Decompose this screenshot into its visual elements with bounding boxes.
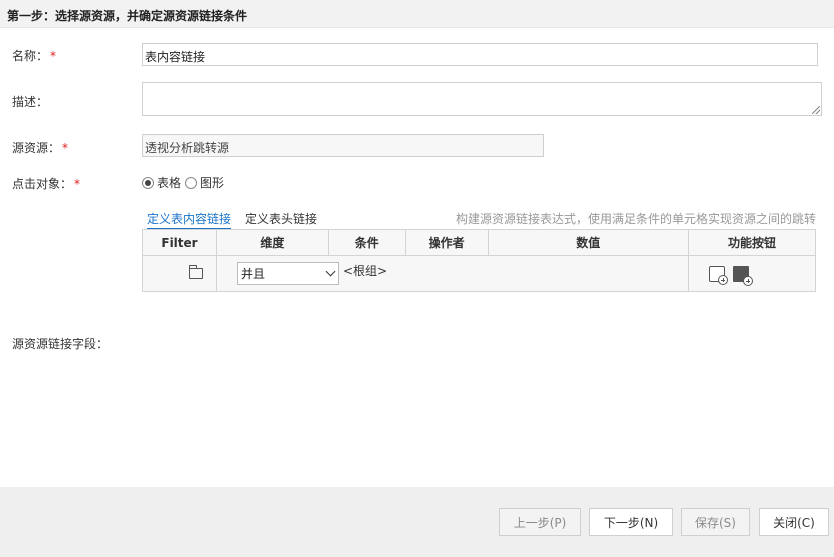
desc-label: 描述： — [12, 95, 49, 109]
radio-table-label: 表格 — [157, 176, 182, 190]
description-textarea[interactable] — [142, 82, 822, 116]
source-fields-label: 源资源链接字段： — [12, 337, 109, 351]
actions-cell — [688, 255, 816, 292]
click-target-label-row: 点击对象： * — [12, 175, 80, 192]
required-mark: * — [74, 177, 81, 191]
resize-grip-icon[interactable] — [812, 106, 820, 114]
add-condition-icon[interactable] — [709, 265, 729, 285]
chevron-down-icon — [325, 266, 336, 277]
save-button[interactable]: 保存(S) — [681, 508, 750, 536]
filter-cell — [142, 255, 217, 292]
name-label-row: 名称： * — [12, 47, 56, 64]
name-input[interactable]: 表内容链接 — [142, 43, 818, 66]
add-group-icon[interactable] — [733, 265, 754, 286]
header-condition: 条件 — [327, 229, 406, 256]
logic-select-value: 并且 — [240, 267, 265, 281]
required-mark: * — [62, 141, 69, 155]
click-target-radio-group: 表格 图形 — [142, 174, 228, 191]
radio-chart-label: 图形 — [200, 176, 225, 190]
name-label: 名称： — [12, 49, 49, 63]
source-label: 源资源： — [12, 141, 61, 155]
hint-text: 构建源资源链接表达式，使用满足条件的单元格实现资源之间的跳转 — [455, 212, 816, 226]
table-row: 并且 — [142, 255, 816, 292]
header-value: 数值 — [487, 229, 690, 256]
click-target-label: 点击对象： — [12, 177, 73, 191]
next-button[interactable]: 下一步(N) — [589, 508, 673, 536]
prev-button[interactable]: 上一步(P) — [499, 508, 581, 536]
radio-table[interactable] — [142, 176, 154, 189]
source-label-row: 源资源： * — [12, 139, 68, 156]
close-button[interactable]: 关闭(C) — [759, 508, 829, 536]
tab-table-content-link[interactable]: 定义表内容链接 — [147, 207, 232, 230]
radio-chart[interactable] — [185, 176, 198, 189]
logic-select[interactable]: 并且 — [236, 262, 339, 285]
root-group-label: <根组> — [343, 264, 388, 278]
source-resource-field[interactable]: 透视分析跳转源 — [142, 134, 544, 157]
header-actions: 功能按钮 — [688, 229, 816, 256]
header-dimension: 维度 — [215, 229, 329, 256]
folder-icon[interactable] — [189, 264, 203, 279]
header-filter: Filter — [142, 229, 217, 256]
condition-grid: Filter 维度 条件 操作者 数值 功能按钮 并且 — [142, 229, 816, 292]
tab-table-header-link[interactable]: 定义表头链接 — [245, 207, 317, 230]
expression-cell: 并且 — [216, 255, 689, 292]
step-title: 第一步：选择源资源，并确定源资源链接条件 — [7, 9, 248, 23]
header-operator: 操作者 — [404, 229, 489, 256]
step-header: 第一步：选择源资源，并确定源资源链接条件 — [0, 0, 834, 28]
required-mark: * — [50, 49, 57, 63]
